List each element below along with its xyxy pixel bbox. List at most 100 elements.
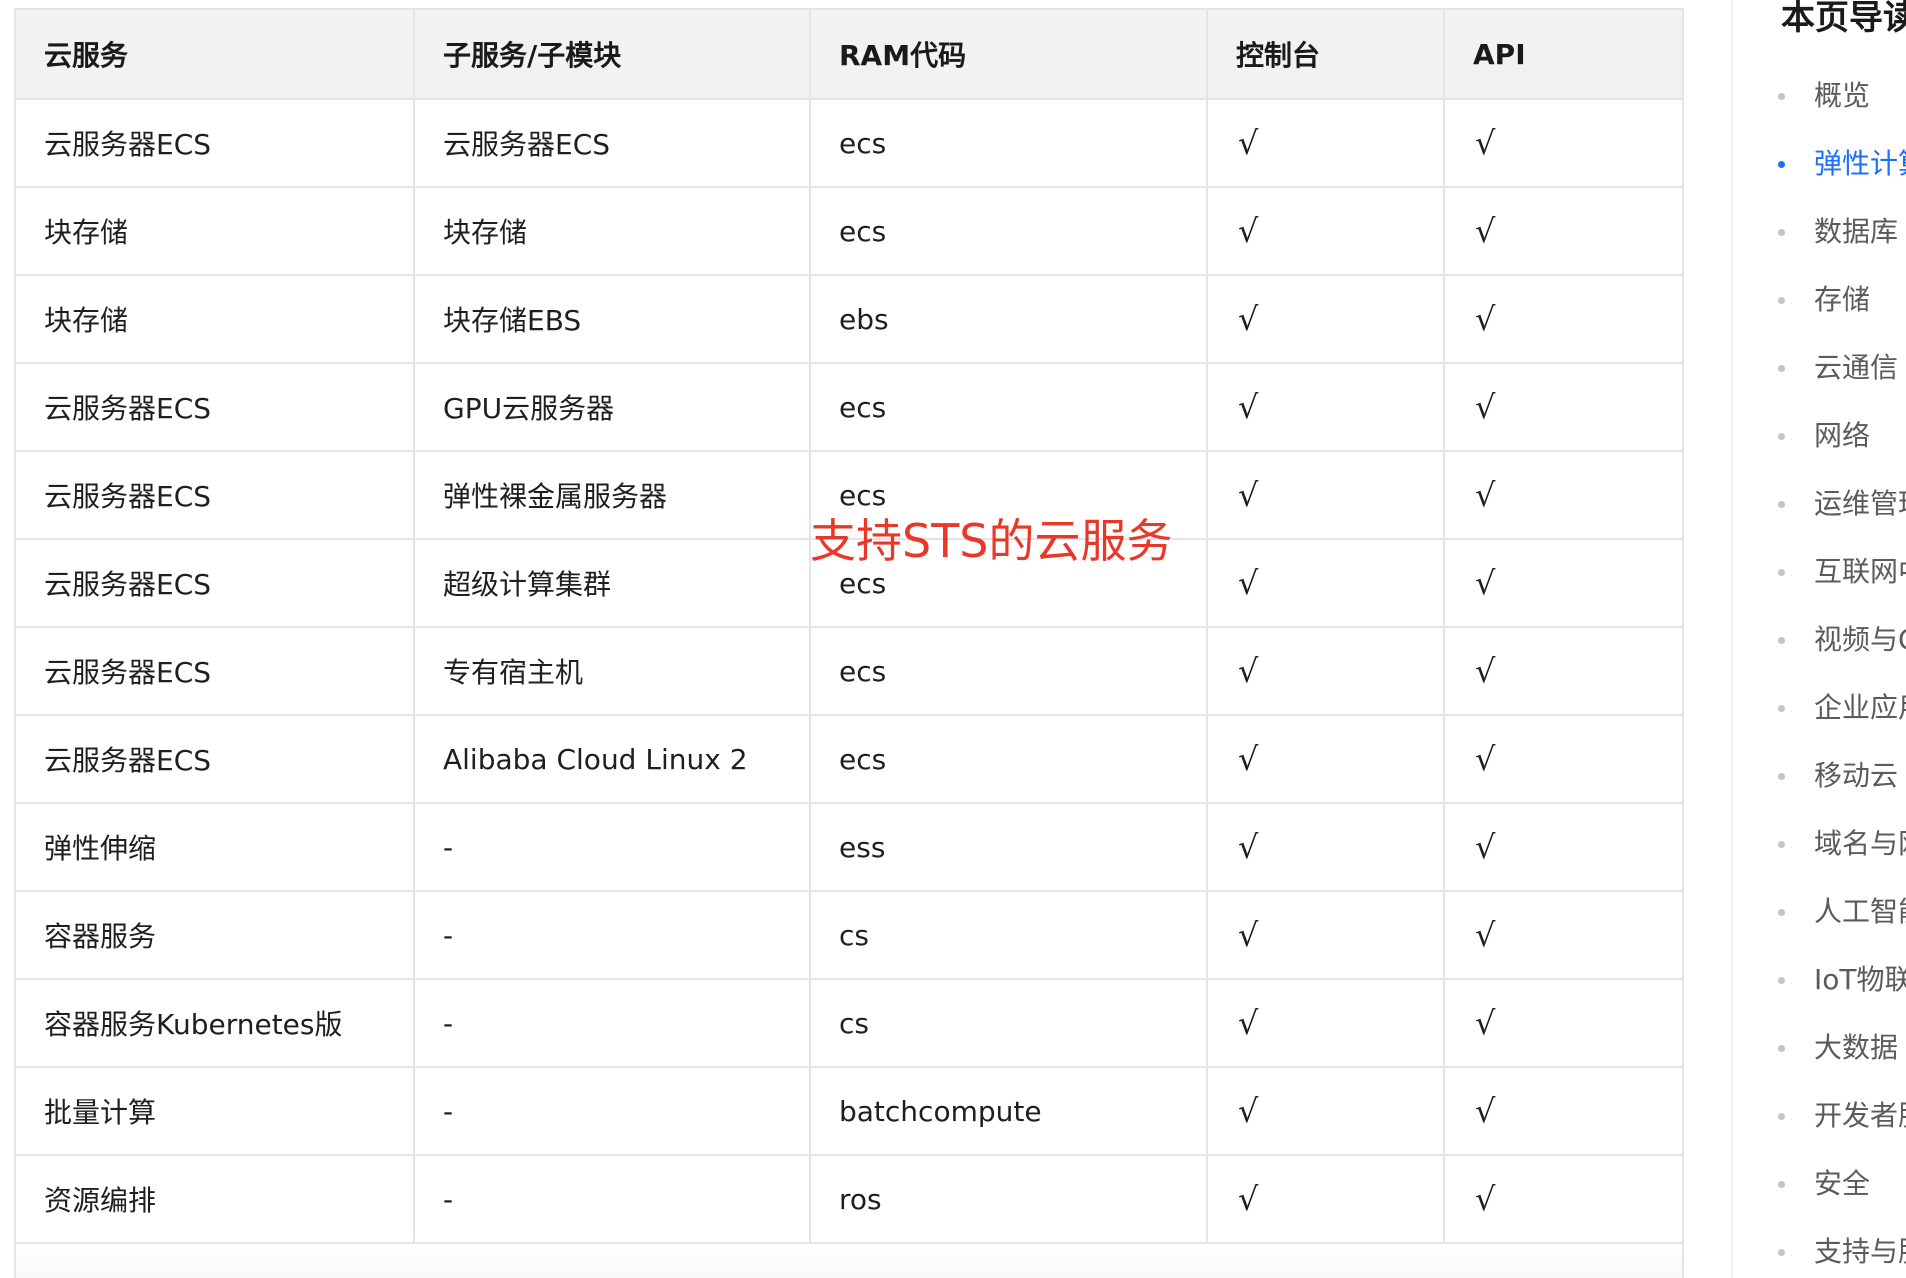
cell-sub-service: - [414,891,811,980]
cell-ram-code: ecs [810,363,1208,452]
toc-item-label: IoT物联网 [1814,963,1906,996]
toc-item-label: 概览 [1814,79,1871,112]
toc-item[interactable]: 云通信 [1733,346,1906,414]
cell-console-check: √ [1207,451,1445,540]
cell-cloud-service: 批量计算 [16,1067,415,1156]
bullet-icon [1778,161,1785,168]
toc-item[interactable]: 互联网中间件 [1733,550,1906,618]
cell-sub-service: - [414,803,811,892]
bullet-icon [1778,637,1785,644]
header-api: API [1444,8,1682,100]
cell-console-check: √ [1207,627,1445,716]
bullet-icon [1778,773,1785,780]
cell-ram-code: cs [810,979,1208,1068]
cell-sub-service: - [414,1155,811,1244]
cell-console-check: √ [1207,979,1445,1068]
toc-item[interactable]: 概览 [1733,74,1906,142]
toc-item[interactable]: 人工智能 [1733,890,1906,958]
cell-console-check: √ [1207,187,1445,276]
toc-item-label: 企业应用 [1814,691,1906,724]
bullet-icon [1778,569,1785,576]
cell-sub-service: 弹性裸金属服务器 [414,451,811,540]
cell-console-check: √ [1207,1155,1445,1244]
bullet-icon [1778,229,1785,236]
cell-cloud-service: 云服务器ECS [16,451,415,540]
toc-item-label: 开发者服务 [1814,1099,1906,1132]
table-row: 块存储 块存储 ecs √ √ [16,187,1682,276]
cell-sub-service: 块存储 [414,187,811,276]
bullet-icon [1778,1045,1785,1052]
bullet-icon [1778,1249,1785,1256]
toc-item[interactable]: 视频与CDN [1733,618,1906,686]
page: 云服务 子服务/子模块 RAM代码 控制台 API 云服务器ECS 云服务器ECS… [0,0,1906,1278]
overlay-annotation: 支持STS的云服务 [810,514,1173,568]
cell-ram-code: ess [810,803,1208,892]
toc-item[interactable]: 网络 [1733,414,1906,482]
cell-sub-service: - [414,1067,811,1156]
bullet-icon [1778,1113,1785,1120]
cell-sub-service: 云服务器ECS [414,99,811,188]
cell-api-check: √ [1444,1067,1682,1156]
cell-cloud-service: 云服务器ECS [16,627,415,716]
cell-api-check: √ [1444,187,1682,276]
toc-item[interactable]: 移动云 [1733,754,1906,822]
toc-item[interactable]: IoT物联网 [1733,958,1906,1026]
toc-item[interactable]: 开发者服务 [1733,1094,1906,1162]
cell-cloud-service: 云服务器ECS [16,539,415,628]
cell-api-check: √ [1444,363,1682,452]
table-row: 容器服务 - cs √ √ [16,891,1682,980]
toc-item-label: 弹性计算 [1814,147,1906,180]
toc-item[interactable]: 运维管理 [1733,482,1906,550]
header-console: 控制台 [1207,8,1445,100]
toc-item[interactable]: 安全 [1733,1162,1906,1230]
cell-ram-code: ecs [810,99,1208,188]
cell-cloud-service: 云服务器ECS [16,99,415,188]
table-row: 弹性伸缩 - ess √ √ [16,803,1682,892]
toc-item-label: 运维管理 [1814,487,1906,520]
cell-console-check: √ [1207,539,1445,628]
cell-cloud-service: 云服务器ECS [16,715,415,804]
services-table-container: 云服务 子服务/子模块 RAM代码 控制台 API 云服务器ECS 云服务器ECS… [14,8,1684,1278]
cell-sub-service: Alibaba Cloud Linux 2 [414,715,811,804]
cell-console-check: √ [1207,803,1445,892]
cell-api-check: √ [1444,979,1682,1068]
toc-item[interactable]: 企业应用 [1733,686,1906,754]
cell-cloud-service: 块存储 [16,187,415,276]
bullet-icon [1778,841,1785,848]
table-row: 块存储 块存储EBS ebs √ √ [16,275,1682,364]
toc-item[interactable]: 域名与网站 [1733,822,1906,890]
cell-sub-service: - [414,979,811,1068]
toc-item-label: 支持与服务 [1814,1235,1906,1268]
cell-ram-code: ecs [810,715,1208,804]
toc-item-label: 域名与网站 [1814,827,1906,860]
cell-console-check: √ [1207,275,1445,364]
cell-api-check: √ [1444,627,1682,716]
cell-cloud-service: 容器服务Kubernetes版 [16,979,415,1068]
toc-list: 概览弹性计算数据库存储云通信网络运维管理互联网中间件视频与CDN 企业应用移动云域… [1733,74,1906,1278]
table-header-row: 云服务 子服务/子模块 RAM代码 控制台 API [16,8,1682,100]
table-row: 云服务器ECS Alibaba Cloud Linux 2 ecs √ √ [16,715,1682,804]
bullet-icon [1778,433,1785,440]
table-row: 云服务器ECS 云服务器ECS ecs √ √ [16,99,1682,188]
toc-item[interactable]: 弹性计算 [1733,142,1906,210]
bottom-fade [16,1238,1682,1278]
cell-ram-code: ecs [810,187,1208,276]
bullet-icon [1778,705,1785,712]
cell-sub-service: GPU云服务器 [414,363,811,452]
toc-item[interactable]: 支持与服务 [1733,1230,1906,1278]
header-sub-service: 子服务/子模块 [414,8,811,100]
cell-sub-service: 超级计算集群 [414,539,811,628]
cell-cloud-service: 块存储 [16,275,415,364]
toc-item[interactable]: 数据库 [1733,210,1906,278]
toc-item-label: 大数据 [1814,1031,1899,1064]
cell-ram-code: batchcompute [810,1067,1208,1156]
toc-item-label: 互联网中间件 [1814,555,1906,588]
toc-item[interactable]: 存储 [1733,278,1906,346]
cell-console-check: √ [1207,1067,1445,1156]
header-cloud-service: 云服务 [16,8,415,100]
bullet-icon [1778,297,1785,304]
cell-api-check: √ [1444,99,1682,188]
cell-api-check: √ [1444,1155,1682,1244]
cell-api-check: √ [1444,539,1682,628]
toc-item[interactable]: 大数据 [1733,1026,1906,1094]
